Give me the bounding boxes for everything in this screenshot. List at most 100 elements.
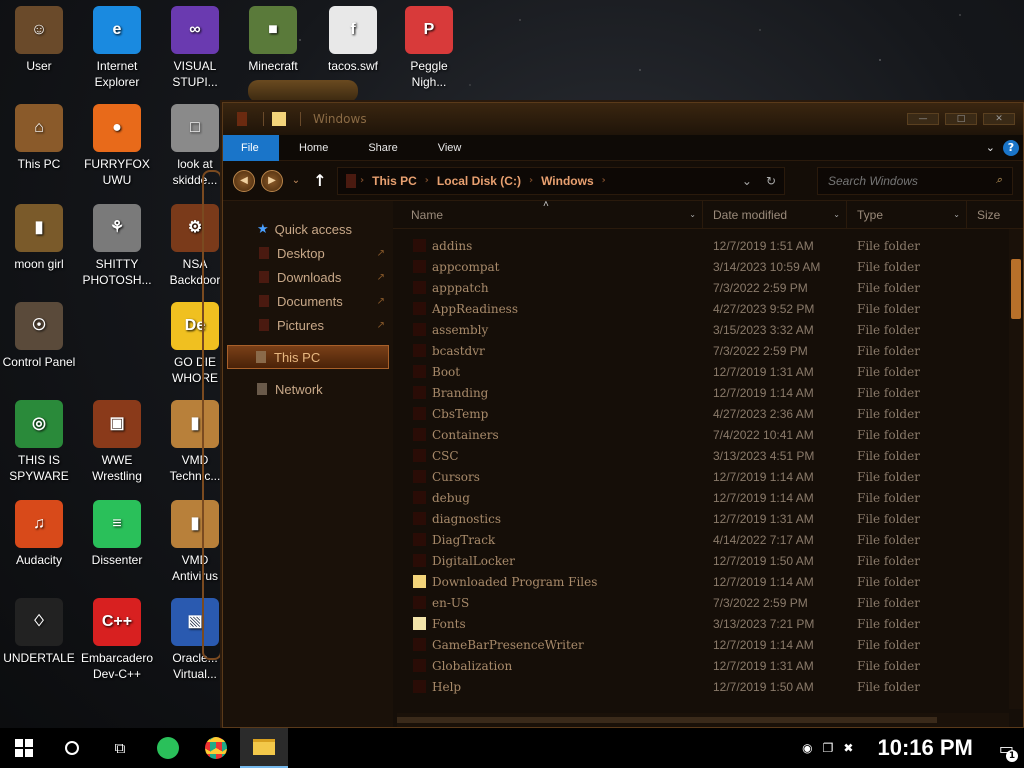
action-center-button[interactable]: ▭ 1 xyxy=(999,739,1018,762)
file-name-cell: apppatch xyxy=(393,281,703,295)
column-name[interactable]: Name ˄ ⌄ xyxy=(393,199,703,229)
taskbar-file-explorer[interactable] xyxy=(240,728,288,768)
file-row[interactable]: diagnostics 12/7/2019 1:31 AM File folder xyxy=(393,508,1023,529)
column-date-modified[interactable]: Date modified ⌄ xyxy=(703,200,847,229)
task-view-button[interactable]: ⧉ xyxy=(96,728,144,768)
minimize-button[interactable]: — xyxy=(907,113,939,125)
scroll-thumb[interactable] xyxy=(397,717,937,723)
volume-muted-icon[interactable]: ✖ xyxy=(843,741,853,755)
file-row[interactable]: AppReadiness 4/27/2023 9:52 PM File folder xyxy=(393,298,1023,319)
explorer-app-icon[interactable] xyxy=(237,112,247,126)
desktop-icon[interactable]: e Internet Explorer xyxy=(78,6,156,90)
chevron-down-icon[interactable]: ⌄ xyxy=(689,201,696,229)
crumb-windows[interactable]: Windows xyxy=(533,174,602,188)
desktop-icon[interactable]: ☺ User xyxy=(0,6,78,74)
maximize-button[interactable]: □ xyxy=(945,113,977,125)
close-button[interactable]: ✕ xyxy=(983,113,1015,125)
file-row[interactable]: CSC 3/13/2023 4:51 PM File folder xyxy=(393,445,1023,466)
file-name-cell: Containers xyxy=(393,428,703,442)
file-row[interactable]: addins 12/7/2019 1:51 AM File folder xyxy=(393,235,1023,256)
crumb-local-disk[interactable]: Local Disk (C:) xyxy=(429,174,529,188)
desktop-icon[interactable]: ☉ Control Panel xyxy=(0,302,78,370)
tray-app-icon[interactable]: ◉ xyxy=(802,741,812,755)
desktop-icon[interactable]: ■ Minecraft xyxy=(234,6,312,74)
file-row[interactable]: Downloaded Program Files 12/7/2019 1:14 A… xyxy=(393,571,1023,592)
help-icon[interactable]: ? xyxy=(1003,139,1019,156)
network-icon[interactable]: ❐ xyxy=(823,741,834,755)
address-dropdown-icon[interactable]: ⌄ xyxy=(742,174,752,188)
file-row[interactable]: GameBarPresenceWriter 12/7/2019 1:14 AM Fi… xyxy=(393,634,1023,655)
taskbar-chrome[interactable] xyxy=(192,728,240,768)
file-row[interactable]: DigitalLocker 12/7/2019 1:50 AM File folde… xyxy=(393,550,1023,571)
tab-file[interactable]: File xyxy=(223,134,279,161)
file-row[interactable]: Fonts 3/13/2023 7:21 PM File folder xyxy=(393,613,1023,634)
nav-network[interactable]: Network xyxy=(223,377,393,401)
nav-quick-access[interactable]: ★ Quick access xyxy=(223,217,393,241)
file-row[interactable]: Containers 7/4/2022 10:41 AM File folder xyxy=(393,424,1023,445)
desktop-icon[interactable]: ♫ Audacity xyxy=(0,500,78,568)
chevron-down-icon[interactable]: ⌄ xyxy=(833,201,840,229)
search-button[interactable] xyxy=(48,728,96,768)
file-date: 12/7/2019 1:50 AM xyxy=(713,553,814,568)
horizontal-scrollbar[interactable] xyxy=(397,713,1009,727)
scroll-thumb[interactable] xyxy=(1011,259,1021,319)
refresh-icon[interactable]: ↻ xyxy=(766,174,776,188)
vertical-scrollbar[interactable] xyxy=(1009,229,1023,709)
chevron-down-icon[interactable]: ⌄ xyxy=(953,201,960,229)
cortana-circle-icon xyxy=(65,741,79,755)
desktop-icon[interactable]: ≡ Dissenter xyxy=(78,500,156,568)
desktop-icon[interactable]: ◎ THIS IS SPYWARE xyxy=(0,400,78,484)
desktop-icon[interactable]: ∞ VISUAL STUPI... xyxy=(156,6,234,90)
file-row[interactable]: en-US 7/3/2022 2:59 PM File folder xyxy=(393,592,1023,613)
desktop-icon[interactable]: ● FURRYFOX UWU xyxy=(78,104,156,188)
nav-documents[interactable]: Documents ↗ xyxy=(223,289,393,313)
desktop-icon[interactable]: f tacos.swf xyxy=(314,6,392,74)
expand-ribbon-icon[interactable]: ⌄ xyxy=(986,141,995,154)
nav-pictures[interactable]: Pictures ↗ xyxy=(223,313,393,337)
nav-this-pc[interactable]: This PC xyxy=(227,345,389,369)
search-input[interactable] xyxy=(828,173,988,188)
file-row[interactable]: Boot 12/7/2019 1:31 AM File folder xyxy=(393,361,1023,382)
file-row[interactable]: CbsTemp 4/27/2023 2:36 AM File folder xyxy=(393,403,1023,424)
column-size[interactable]: Size xyxy=(967,201,1023,229)
taskbar-dissenter[interactable] xyxy=(144,728,192,768)
desktop-icon[interactable]: ♢ UNDERTALE xyxy=(0,598,78,666)
file-row[interactable]: appcompat 3/14/2023 10:59 AM File folder xyxy=(393,256,1023,277)
file-row[interactable]: Help 12/7/2019 1:50 AM File folder xyxy=(393,676,1023,697)
title-bar[interactable]: Windows — □ ✕ xyxy=(223,103,1023,135)
file-row[interactable]: assembly 3/15/2023 3:32 AM File folder xyxy=(393,319,1023,340)
file-row[interactable]: bcastdvr 7/3/2022 2:59 PM File folder xyxy=(393,340,1023,361)
forward-button[interactable]: ▶ xyxy=(261,169,283,192)
file-type: File folder xyxy=(857,637,920,652)
desktop-icon[interactable]: ▣ WWE Wrestling xyxy=(78,400,156,484)
desktop-icon[interactable]: C++ Embarcadero Dev-C++ xyxy=(78,598,156,682)
file-row[interactable]: apppatch 7/3/2022 2:59 PM File folder xyxy=(393,277,1023,298)
start-button[interactable] xyxy=(0,728,48,768)
app-icon: C++ xyxy=(93,598,141,646)
search-icon[interactable]: ⌕ xyxy=(996,174,1002,187)
file-row[interactable]: DiagTrack 4/14/2022 7:17 AM File folder xyxy=(393,529,1023,550)
file-row[interactable]: Branding 12/7/2019 1:14 AM File folder xyxy=(393,382,1023,403)
clock[interactable]: 10:16 PM xyxy=(877,735,972,761)
column-type[interactable]: Type ⌄ xyxy=(847,200,967,229)
tab-share[interactable]: Share xyxy=(348,135,417,161)
tab-home[interactable]: Home xyxy=(279,135,348,161)
file-row[interactable]: debug 12/7/2019 1:14 AM File folder xyxy=(393,487,1023,508)
nav-label: Downloads xyxy=(277,269,342,285)
tab-view[interactable]: View xyxy=(418,135,482,161)
address-breadcrumb[interactable]: › This PC › Local Disk (C:) › Windows › … xyxy=(337,166,785,195)
file-row[interactable]: Cursors 12/7/2019 1:14 AM File folder xyxy=(393,466,1023,487)
crumb-this-pc[interactable]: This PC xyxy=(364,174,425,188)
navigation-pane: ★ Quick access Desktop ↗ Downloads ↗ Doc… xyxy=(223,201,393,727)
desktop-icon[interactable]: ⚘ SHITTY PHOTOSH... xyxy=(78,204,156,288)
nav-downloads[interactable]: Downloads ↗ xyxy=(223,265,393,289)
desktop-icon[interactable]: ⌂ This PC xyxy=(0,104,78,172)
nav-desktop[interactable]: Desktop ↗ xyxy=(223,241,393,265)
search-box[interactable]: ⌕ xyxy=(817,166,1013,195)
up-button[interactable]: ↑ xyxy=(309,171,331,190)
desktop-icon[interactable]: P Peggle Nigh... xyxy=(390,6,468,90)
recent-locations-icon[interactable]: ⌄ xyxy=(289,175,303,186)
desktop-icon[interactable]: ▮ moon girl xyxy=(0,204,78,272)
file-row[interactable]: Globalization 12/7/2019 1:31 AM File folde… xyxy=(393,655,1023,676)
back-button[interactable]: ◀ xyxy=(233,169,255,192)
